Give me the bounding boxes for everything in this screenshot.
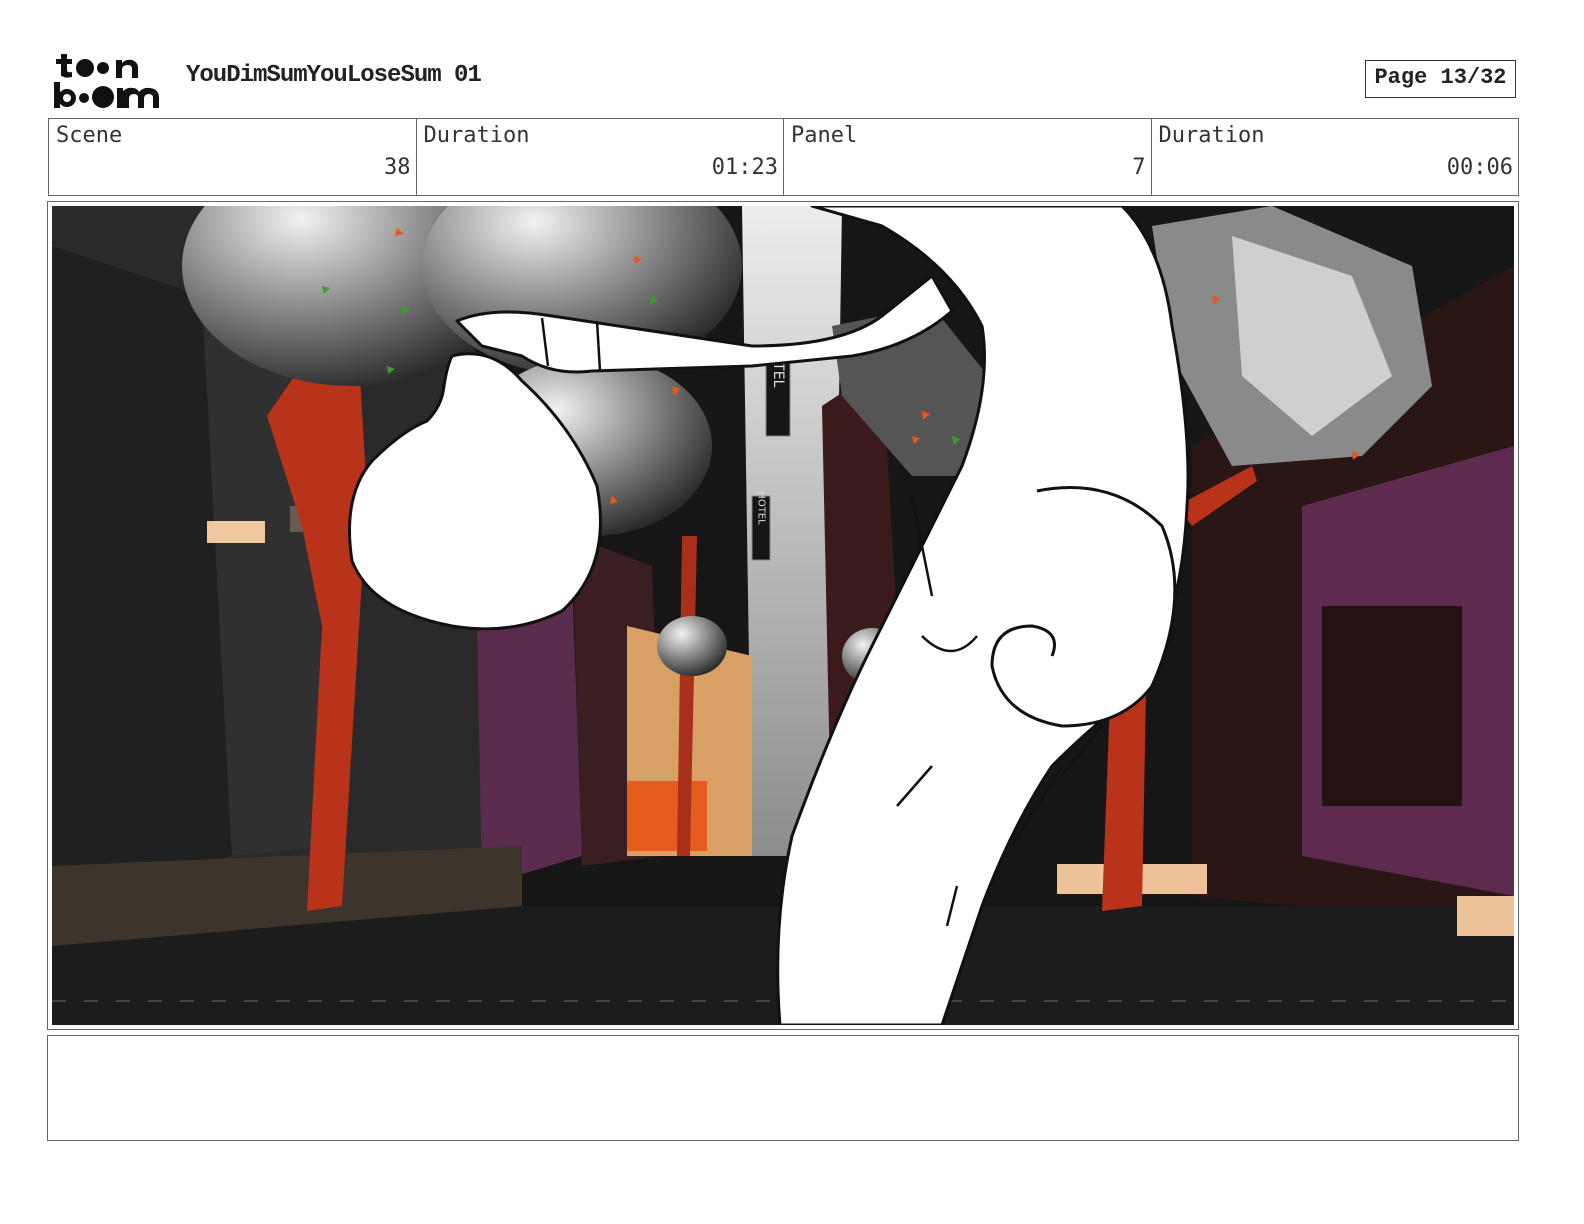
panel-duration-cell: Duration 00:06 [1152, 119, 1519, 195]
panel-value: 7 [1132, 155, 1146, 180]
hotel-sign-bottom: HOTEL [756, 491, 767, 525]
toon-boom-logo-icon [54, 54, 159, 108]
panel-cell: Panel 7 [784, 119, 1152, 195]
storyboard-panel-image: HOTEL HOTEL [52, 206, 1514, 1025]
scene-duration-label: Duration [423, 123, 530, 148]
page-number: Page 13/32 [1365, 60, 1516, 98]
panel-duration-value: 00:06 [1446, 155, 1513, 180]
scene-duration-value: 01:23 [711, 155, 778, 180]
panel-notes [47, 1035, 1519, 1141]
scene-value: 38 [384, 155, 411, 180]
info-bar: Scene 38 Duration 01:23 Panel 7 Duration… [48, 118, 1519, 196]
project-title: YouDimSumYouLoseSum 01 [186, 62, 482, 89]
panel-label: Panel [791, 123, 858, 148]
panel-duration-label: Duration [1158, 123, 1265, 148]
scene-cell: Scene 38 [49, 119, 417, 195]
scene-duration-cell: Duration 01:23 [417, 119, 784, 195]
scene-label: Scene [56, 123, 123, 148]
